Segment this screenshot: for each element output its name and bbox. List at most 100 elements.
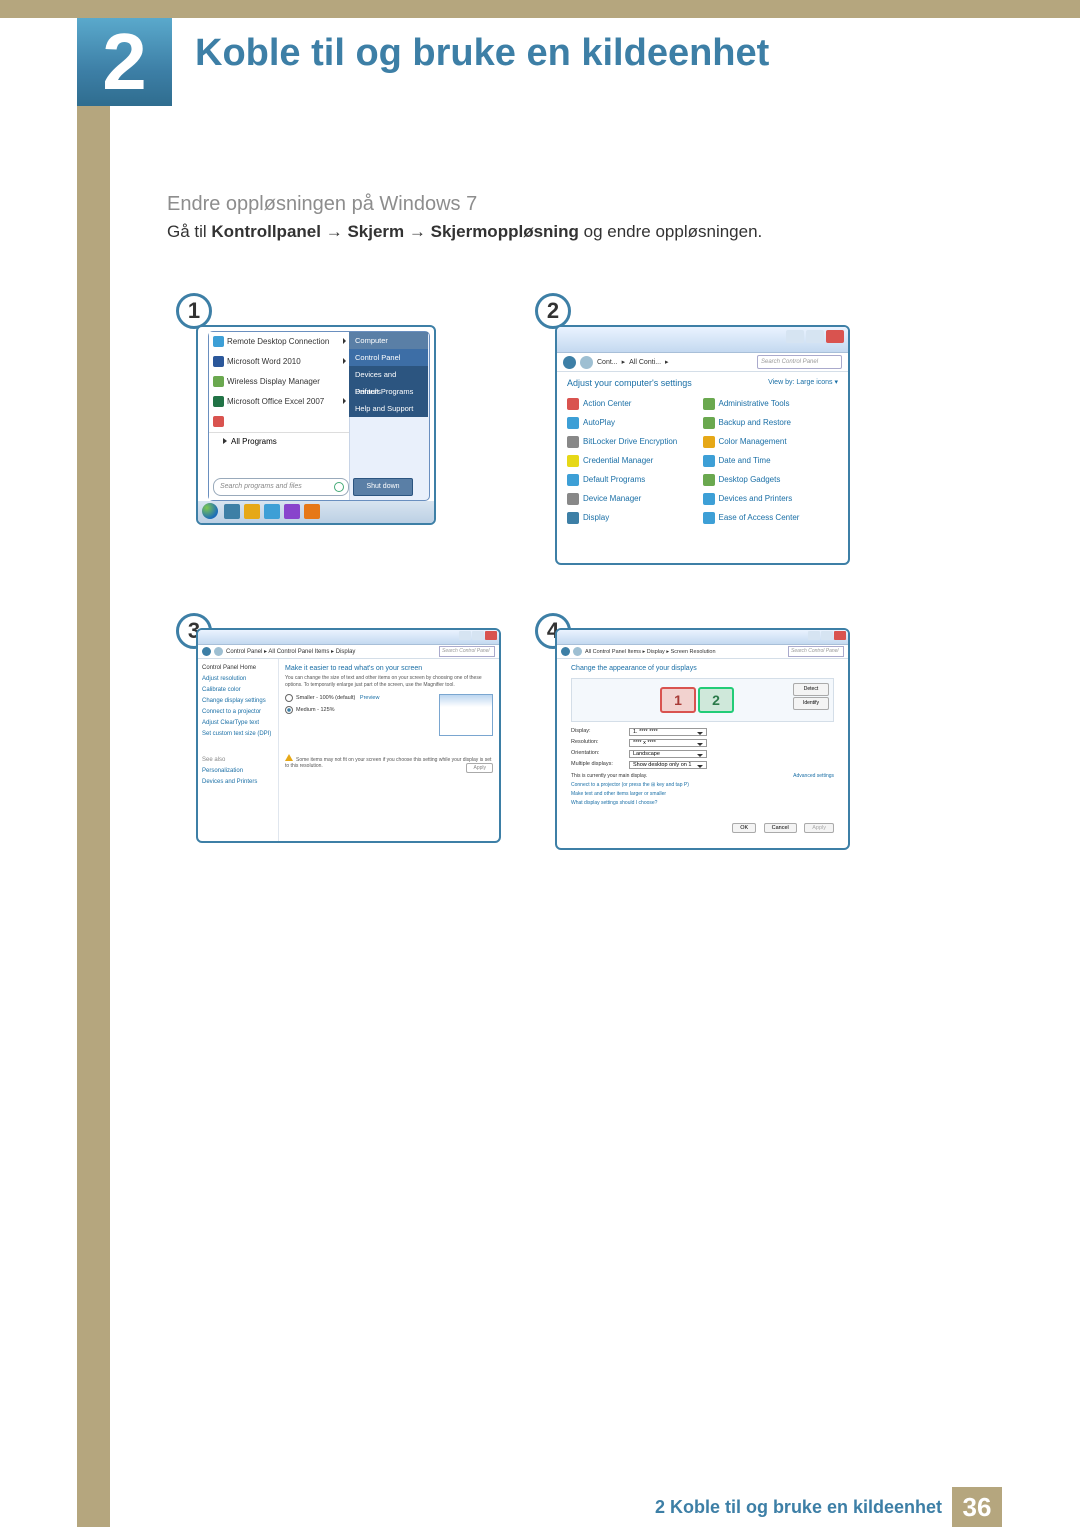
- taskbar-icon[interactable]: [244, 504, 260, 519]
- maximize-icon[interactable]: [821, 631, 833, 640]
- start-menu-programs: Remote Desktop Connection Microsoft Word…: [209, 332, 350, 500]
- search-input[interactable]: Search Control Panel: [788, 646, 844, 657]
- start-right-item[interactable]: Default Programs: [349, 383, 428, 400]
- start-right-item[interactable]: Devices and Printers: [349, 366, 428, 383]
- all-programs[interactable]: All Programs: [209, 432, 349, 451]
- taskbar-icon[interactable]: [224, 504, 240, 519]
- back-icon[interactable]: [561, 647, 570, 656]
- cp-item[interactable]: Devices and Printers: [703, 489, 839, 508]
- resolution-dropdown[interactable]: **** x ****: [629, 739, 707, 747]
- size-option-125[interactable]: Medium - 125%: [285, 706, 433, 714]
- cp-item[interactable]: Administrative Tools: [703, 394, 839, 413]
- maximize-icon[interactable]: [806, 330, 824, 343]
- shutdown-button[interactable]: Shut down: [353, 478, 413, 496]
- sidebar-link[interactable]: Connect to a projector: [202, 709, 274, 715]
- taskbar-ie-icon[interactable]: [264, 504, 280, 519]
- clock-icon: [703, 455, 715, 467]
- maximize-icon[interactable]: [472, 631, 484, 640]
- size-option-100[interactable]: Smaller - 100% (default) Preview: [285, 694, 433, 702]
- display-label: Display:: [571, 728, 629, 736]
- minimize-icon[interactable]: [808, 631, 820, 640]
- cp-item[interactable]: Desktop Gadgets: [703, 470, 839, 489]
- start-right-item-control-panel[interactable]: Control Panel: [349, 349, 428, 366]
- forward-icon[interactable]: [580, 356, 593, 369]
- back-icon[interactable]: [202, 647, 211, 656]
- display-dropdown[interactable]: 1. **** ****: [629, 728, 707, 736]
- sidebar-link[interactable]: Adjust ClearType text: [202, 720, 274, 726]
- start-orb-icon[interactable]: [202, 503, 218, 519]
- search-input[interactable]: Search Control Panel: [439, 646, 495, 657]
- breadcrumb[interactable]: Control Panel ▸ All Control Panel Items …: [226, 648, 355, 655]
- display-icon: [567, 512, 579, 524]
- ok-button[interactable]: OK: [732, 823, 756, 833]
- cp-item[interactable]: Action Center: [567, 394, 703, 413]
- sidebar-link[interactable]: Devices and Printers: [202, 779, 274, 785]
- close-icon[interactable]: [485, 631, 497, 640]
- screenshot-2-control-panel: Cont...▸ All Conti...▸ Search Control Pa…: [555, 325, 850, 565]
- identify-button[interactable]: Identify: [793, 697, 829, 710]
- detect-button[interactable]: Detect: [793, 683, 829, 696]
- radio-icon: [285, 694, 293, 702]
- monitor-1[interactable]: 1: [660, 687, 696, 713]
- menu-item[interactable]: [209, 412, 349, 432]
- cancel-button[interactable]: Cancel: [764, 823, 797, 833]
- search-input[interactable]: Search programs and files: [213, 478, 349, 496]
- cp-item[interactable]: AutoPlay: [567, 413, 703, 432]
- cp-item[interactable]: Date and Time: [703, 451, 839, 470]
- back-icon[interactable]: [563, 356, 576, 369]
- menu-item[interactable]: Microsoft Office Excel 2007: [209, 392, 349, 412]
- chapter-number: 2: [77, 18, 172, 106]
- tools-icon: [703, 398, 715, 410]
- close-icon[interactable]: [826, 330, 844, 343]
- close-icon[interactable]: [834, 631, 846, 640]
- advanced-settings-link[interactable]: Advanced settings: [793, 773, 834, 779]
- cp-grid: Action CenterAdministrative Tools AutoPl…: [557, 390, 848, 531]
- breadcrumb-segment[interactable]: Cont...: [597, 359, 618, 366]
- cp-item-display[interactable]: Display: [567, 508, 703, 527]
- footer: 2 Koble til og bruke en kildeenhet 36: [0, 1487, 1080, 1527]
- word-icon: [213, 356, 224, 367]
- section-instruction: Gå til Kontrollpanel → Skjerm → Skjermop…: [167, 222, 762, 242]
- monitor-2[interactable]: 2: [698, 687, 734, 713]
- menu-item[interactable]: Remote Desktop Connection: [209, 332, 349, 352]
- minimize-icon[interactable]: [459, 631, 471, 640]
- monitor-preview: 1 2 Detect Identify: [571, 678, 834, 722]
- start-right-item[interactable]: Computer: [349, 332, 428, 349]
- search-input[interactable]: Search Control Panel: [757, 355, 842, 369]
- cp-item[interactable]: Credential Manager: [567, 451, 703, 470]
- sidebar-link[interactable]: Change display settings: [202, 698, 274, 704]
- breadcrumb[interactable]: All Control Panel Items ▸ Display ▸ Scre…: [585, 649, 716, 655]
- sidebar-link[interactable]: Personalization: [202, 768, 274, 774]
- sidebar-link[interactable]: Calibrate color: [202, 687, 274, 693]
- help-link[interactable]: What display settings should I choose?: [571, 800, 834, 806]
- taskbar-icon[interactable]: [284, 504, 300, 519]
- lock-icon: [567, 436, 579, 448]
- cp-item[interactable]: Color Management: [703, 432, 839, 451]
- breadcrumb-segment[interactable]: All Conti...: [629, 359, 661, 366]
- start-menu: Remote Desktop Connection Microsoft Word…: [208, 331, 430, 501]
- orientation-dropdown[interactable]: Landscape: [629, 750, 707, 758]
- sidebar-link[interactable]: Adjust resolution: [202, 676, 274, 682]
- cp-item[interactable]: BitLocker Drive Encryption: [567, 432, 703, 451]
- cp-item[interactable]: Device Manager: [567, 489, 703, 508]
- menu-item[interactable]: Wireless Display Manager: [209, 372, 349, 392]
- autoplay-icon: [567, 417, 579, 429]
- apply-button[interactable]: Apply: [466, 763, 493, 773]
- start-right-item[interactable]: Help and Support: [349, 400, 428, 417]
- projector-link[interactable]: Connect to a projector (or press the ⊞ k…: [571, 782, 834, 788]
- minimize-icon[interactable]: [786, 330, 804, 343]
- forward-icon[interactable]: [214, 647, 223, 656]
- menu-item[interactable]: Microsoft Word 2010: [209, 352, 349, 372]
- multidisplay-dropdown[interactable]: Show desktop only on 1: [629, 761, 707, 769]
- view-by-link[interactable]: View by: Large icons ▾: [758, 372, 848, 386]
- sidebar-link[interactable]: Set custom text size (DPI): [202, 731, 274, 737]
- taskbar-icon[interactable]: [304, 504, 320, 519]
- menu-item-label: Microsoft Office Excel 2007: [227, 397, 324, 406]
- instr-arr2: →: [409, 222, 431, 241]
- cp-item[interactable]: Default Programs: [567, 470, 703, 489]
- cp-item[interactable]: Backup and Restore: [703, 413, 839, 432]
- cp-item[interactable]: Ease of Access Center: [703, 508, 839, 527]
- apply-button[interactable]: Apply: [804, 823, 834, 833]
- text-size-link[interactable]: Make text and other items larger or smal…: [571, 791, 834, 797]
- forward-icon[interactable]: [573, 647, 582, 656]
